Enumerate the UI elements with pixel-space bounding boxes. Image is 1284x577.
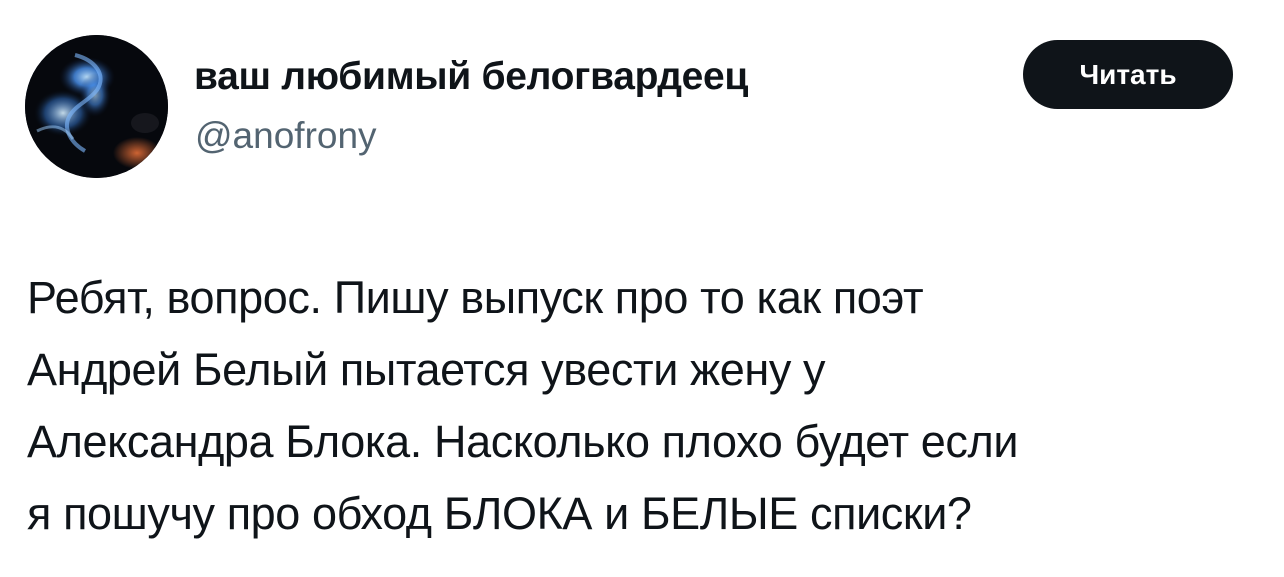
author-handle[interactable]: @anofrony xyxy=(195,115,377,157)
tweet-text: Ребят, вопрос. Пишу выпуск про то как по… xyxy=(27,262,1267,550)
follow-button[interactable]: Читать xyxy=(1023,40,1233,109)
tweet-line: Александра Блока. Насколько плохо будет … xyxy=(27,416,1019,467)
tweet-line: Ребят, вопрос. Пишу выпуск про то как по… xyxy=(27,272,924,323)
tweet-line: Андрей Белый пытается увести жену у xyxy=(27,344,826,395)
author-display-name[interactable]: ваш любимый белогвардеец xyxy=(194,55,748,99)
avatar-photo-icon xyxy=(25,35,168,178)
tweet-line: я пошучу про обход БЛОКА и БЕЛЫЕ списки? xyxy=(27,488,972,539)
avatar[interactable] xyxy=(25,35,168,178)
tweet-card: ваш любимый белогвардеец @anofrony Читат… xyxy=(0,0,1284,577)
